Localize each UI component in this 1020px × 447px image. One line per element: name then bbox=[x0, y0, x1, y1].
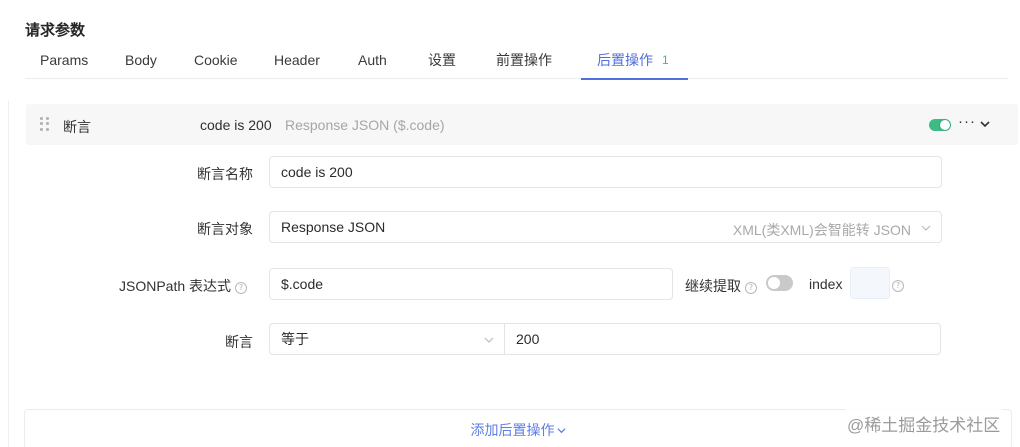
assertion-summary-sub: Response JSON ($.code) bbox=[285, 117, 445, 133]
jsonpath-input[interactable]: $.code bbox=[269, 268, 673, 300]
tab-header[interactable]: Header bbox=[258, 40, 342, 79]
tab-label: 后置操作 bbox=[597, 51, 653, 68]
assertion-target-select[interactable]: Response JSON XML(类XML)会智能转 JSON bbox=[269, 211, 942, 243]
index-help: ? bbox=[892, 276, 904, 292]
tab-settings[interactable]: 设置 bbox=[412, 40, 480, 79]
assertion-name-input[interactable]: code is 200 bbox=[269, 156, 942, 188]
tab-label: Cookie bbox=[194, 51, 238, 68]
jsonpath-value: $.code bbox=[281, 276, 324, 292]
help-icon[interactable]: ? bbox=[235, 282, 248, 294]
chevron-down-icon[interactable] bbox=[979, 118, 991, 130]
watermark: @稀土掘金技术社区 bbox=[845, 409, 1003, 438]
assertion-header[interactable]: 断言 code is 200 Response JSON ($.code) ··… bbox=[26, 104, 1018, 145]
assertion-target-label: 断言对象 bbox=[197, 221, 253, 237]
index-input[interactable] bbox=[850, 267, 890, 299]
assertion-summary: code is 200 bbox=[200, 117, 272, 133]
expected-value: 200 bbox=[516, 331, 540, 347]
tab-label: Header bbox=[274, 51, 320, 68]
add-post-action-button[interactable]: 添加后置操作 bbox=[471, 420, 566, 440]
jsonpath-label: JSONPath 表达式? bbox=[119, 276, 248, 296]
expected-value-input[interactable]: 200 bbox=[504, 323, 941, 355]
continue-extract-toggle[interactable] bbox=[766, 275, 793, 291]
help-icon[interactable]: ? bbox=[892, 280, 904, 292]
jsonpath-label-text: JSONPath 表达式 bbox=[119, 278, 232, 294]
enable-toggle[interactable] bbox=[929, 119, 951, 131]
continue-extract-text: 继续提取 bbox=[685, 278, 741, 294]
continue-extract-label: 继续提取? bbox=[685, 276, 757, 296]
tab-bar: Params Body Cookie Header Auth 设置 前置操作 后… bbox=[25, 40, 1008, 80]
tab-post-actions[interactable]: 后置操作 1 bbox=[581, 40, 688, 80]
assertion-target-value: Response JSON bbox=[281, 219, 386, 235]
tab-label: Auth bbox=[358, 51, 387, 68]
tab-label: Params bbox=[40, 51, 89, 68]
section-title: 请求参数 bbox=[25, 22, 86, 39]
add-post-action-label: 添加后置操作 bbox=[470, 422, 555, 438]
drag-handle-icon[interactable] bbox=[40, 117, 50, 131]
chevron-down-icon bbox=[556, 428, 566, 434]
assert-label: 断言 bbox=[225, 334, 253, 350]
assertion-name-label: 断言名称 bbox=[197, 166, 253, 182]
index-label: index bbox=[809, 276, 843, 292]
tab-pre-actions[interactable]: 前置操作 bbox=[480, 40, 581, 79]
assertion-name-value: code is 200 bbox=[281, 164, 353, 180]
tab-label: 前置操作 bbox=[496, 51, 552, 68]
chevron-down-icon bbox=[921, 225, 931, 231]
help-icon[interactable]: ? bbox=[745, 282, 757, 294]
ellipsis-icon[interactable]: ··· bbox=[958, 113, 976, 130]
toggle-knob bbox=[768, 277, 780, 289]
tab-count-badge: 1 bbox=[662, 52, 669, 67]
operator-value: 等于 bbox=[281, 331, 309, 347]
tab-auth[interactable]: Auth bbox=[342, 40, 412, 79]
toggle-knob bbox=[940, 120, 950, 130]
tab-params[interactable]: Params bbox=[25, 40, 109, 79]
chevron-down-icon bbox=[484, 337, 494, 343]
assertion-type-label: 断言 bbox=[63, 119, 91, 135]
operator-select[interactable]: 等于 bbox=[269, 323, 505, 355]
tab-label: 设置 bbox=[428, 51, 456, 68]
tab-cookie[interactable]: Cookie bbox=[178, 40, 258, 79]
tab-body[interactable]: Body bbox=[109, 40, 178, 79]
tab-label: Body bbox=[125, 51, 157, 68]
assertion-target-hint: XML(类XML)会智能转 JSON bbox=[732, 222, 911, 238]
